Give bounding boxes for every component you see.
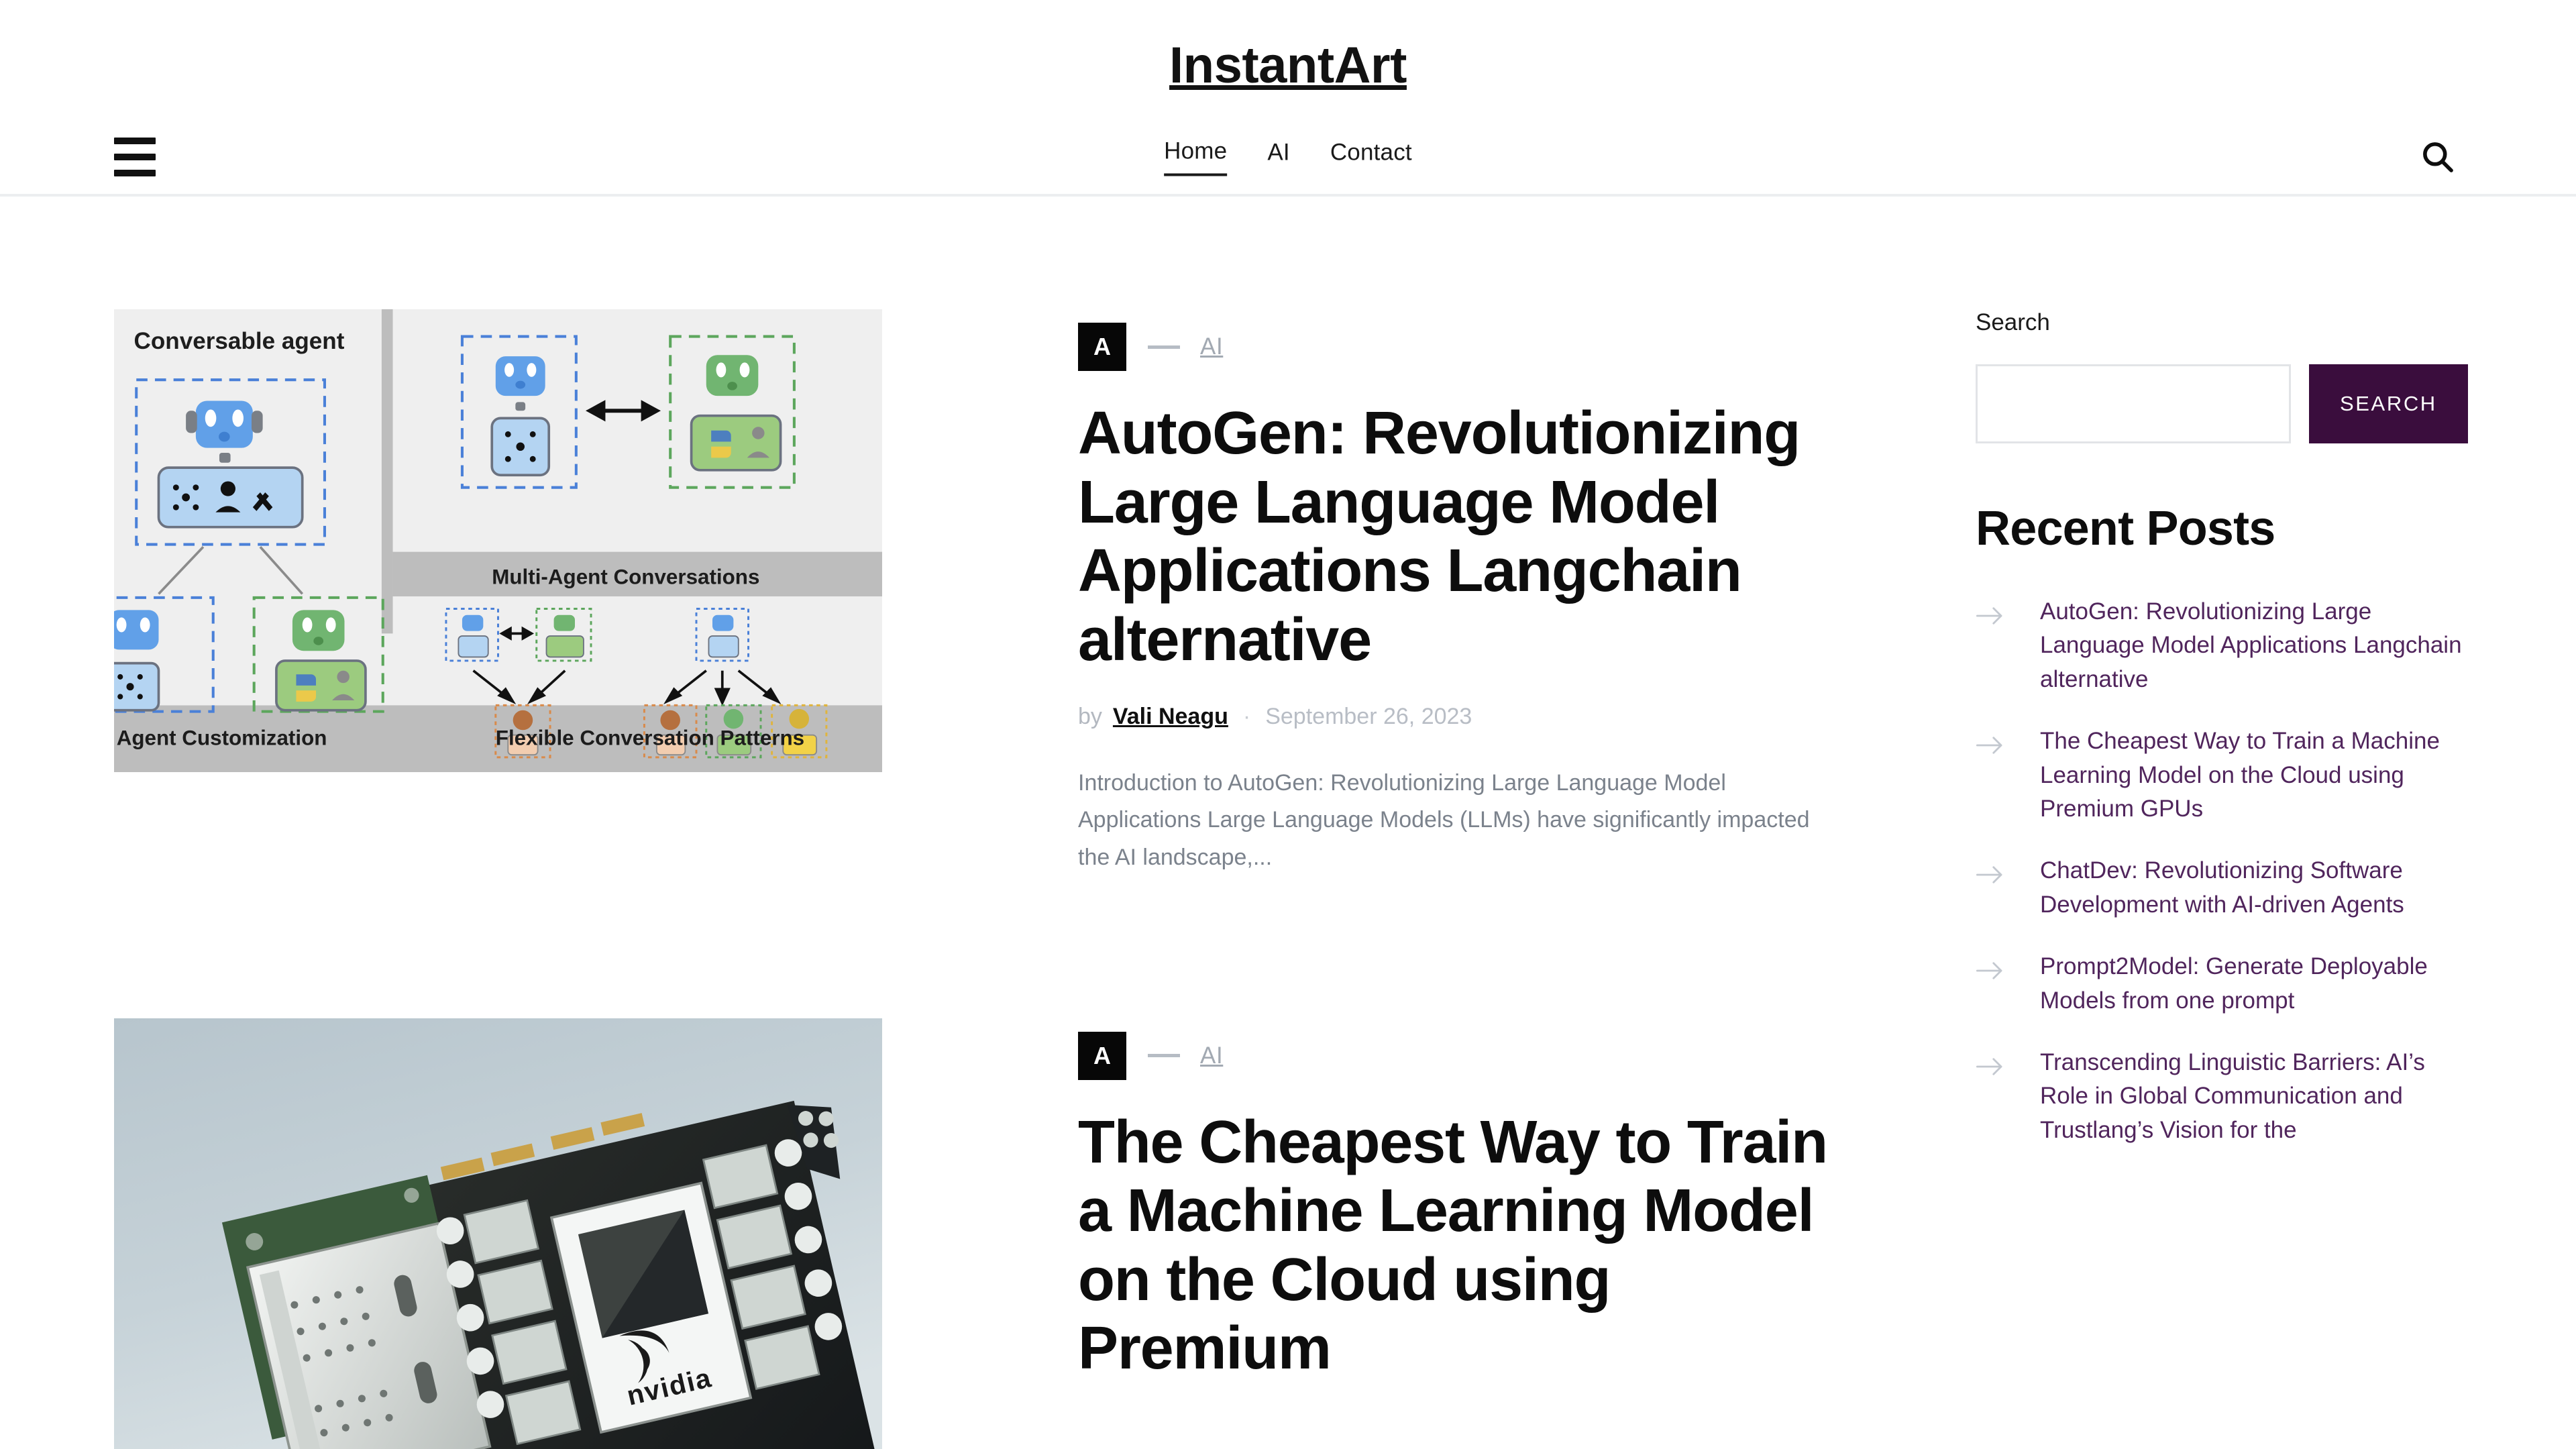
nav-menu: Home AI Contact — [1164, 138, 1412, 176]
meta-dash-divider — [1148, 1054, 1180, 1058]
recent-post-link[interactable]: Prompt2Model: Generate Deployable Models… — [2040, 950, 2468, 1018]
list-item: ChatDev: Revolutionizing Software Develo… — [1976, 854, 2468, 922]
svg-text:Flexible Conversation Patterns: Flexible Conversation Patterns — [496, 726, 804, 749]
arrow-right-icon — [1976, 961, 2006, 981]
recent-post-link[interactable]: Transcending Linguistic Barriers: AI’s R… — [2040, 1046, 2468, 1147]
nav-item-contact[interactable]: Contact — [1330, 139, 1412, 174]
post-list-item: Conversable agent Multi-Agent Conversati… — [114, 309, 1848, 876]
byline-separator: · — [1242, 704, 1251, 730]
primary-navigation-bar: Home AI Contact — [0, 119, 2576, 197]
post-featured-image: Conversable agent Multi-Agent Conversati… — [114, 309, 882, 772]
post-category-meta: A AI — [1078, 1031, 1848, 1080]
hamburger-bar-2 — [114, 153, 156, 160]
post-date: September 26, 2023 — [1265, 704, 1472, 730]
search-icon-glyph — [2423, 142, 2453, 172]
nav-item-ai[interactable]: AI — [1267, 139, 1289, 174]
category-link[interactable]: AI — [1200, 333, 1223, 360]
post-title-link[interactable]: AutoGen: Revolutionizing Large Language … — [1078, 399, 1848, 674]
list-item: Prompt2Model: Generate Deployable Models… — [1976, 950, 2468, 1018]
arrow-right-icon — [1976, 1057, 2006, 1077]
arrow-right-icon — [1976, 606, 2006, 626]
hamburger-icon[interactable] — [114, 137, 165, 177]
post-category-meta: A AI — [1078, 323, 1848, 371]
post-title-link[interactable]: The Cheapest Way to Train a Machine Lear… — [1078, 1108, 1848, 1383]
recent-post-link[interactable]: ChatDev: Revolutionizing Software Develo… — [2040, 854, 2468, 922]
post-body: A AI AutoGen: Revolutionizing Large Lang… — [882, 309, 1848, 876]
search-submit-button[interactable]: SEARCH — [2309, 364, 2468, 443]
site-title-row: InstantArt — [0, 0, 2576, 119]
category-link[interactable]: AI — [1200, 1042, 1223, 1069]
post-byline: by Vali Neagu · September 26, 2023 — [1078, 704, 1848, 730]
sidebar: Search SEARCH Recent Posts AutoGen: Revo… — [1848, 197, 2468, 1449]
recent-posts-widget: Recent Posts AutoGen: Revolutionizing La… — [1976, 501, 2468, 1147]
byline-by-label: by — [1078, 704, 1102, 730]
post-thumbnail-link[interactable]: Conversable agent Multi-Agent Conversati… — [114, 309, 882, 876]
post-excerpt: Introduction to AutoGen: Revolutionizing… — [1078, 770, 1810, 870]
svg-text:Agent Customization: Agent Customization — [117, 726, 327, 749]
search-widget: Search SEARCH — [1976, 309, 2468, 443]
svg-text:Multi-Agent Conversations: Multi-Agent Conversations — [492, 566, 759, 589]
page-wrapper: Conversable agent Multi-Agent Conversati… — [0, 197, 2576, 1449]
nvidia-gpu-board-photo-icon: nvidia — [114, 1018, 882, 1449]
arrow-right-icon — [1976, 735, 2006, 755]
nav-item-home[interactable]: Home — [1164, 138, 1228, 176]
list-item: AutoGen: Revolutionizing Large Language … — [1976, 595, 2468, 696]
recent-posts-list: AutoGen: Revolutionizing Large Language … — [1976, 595, 2468, 1147]
post-thumbnail-link[interactable]: nvidia — [114, 1018, 882, 1449]
post-list-item: nvidia A AI The Cheapest Way to Train a … — [114, 1018, 1848, 1449]
hamburger-bar-1 — [114, 137, 156, 144]
sidebar-search-form: SEARCH — [1976, 364, 2468, 443]
category-badge: A — [1078, 323, 1126, 371]
main-content-column: Conversable agent Multi-Agent Conversati… — [114, 197, 1848, 1449]
recent-posts-title: Recent Posts — [1976, 502, 2275, 555]
post-featured-image: nvidia — [114, 1018, 882, 1449]
list-item: Transcending Linguistic Barriers: AI’s R… — [1976, 1046, 2468, 1147]
list-item: The Cheapest Way to Train a Machine Lear… — [1976, 724, 2468, 826]
post-author-link[interactable]: Vali Neagu — [1113, 704, 1228, 730]
post-body: A AI The Cheapest Way to Train a Machine… — [882, 1018, 1848, 1449]
hamburger-bar-3 — [114, 169, 156, 176]
search-icon[interactable] — [2414, 133, 2462, 181]
svg-text:Conversable agent: Conversable agent — [134, 328, 345, 354]
site-title[interactable]: InstantArt — [1169, 40, 1407, 91]
search-widget-label: Search — [1976, 309, 2050, 335]
category-badge: A — [1078, 1031, 1126, 1080]
search-input[interactable] — [1976, 364, 2291, 443]
recent-post-link[interactable]: AutoGen: Revolutionizing Large Language … — [2040, 595, 2468, 696]
meta-dash-divider — [1148, 345, 1180, 349]
arrow-right-icon — [1976, 865, 2006, 885]
autogen-architecture-diagram-icon: Conversable agent Multi-Agent Conversati… — [114, 309, 882, 772]
site-header: InstantArt Home AI Contact — [0, 0, 2576, 197]
recent-post-link[interactable]: The Cheapest Way to Train a Machine Lear… — [2040, 724, 2468, 826]
